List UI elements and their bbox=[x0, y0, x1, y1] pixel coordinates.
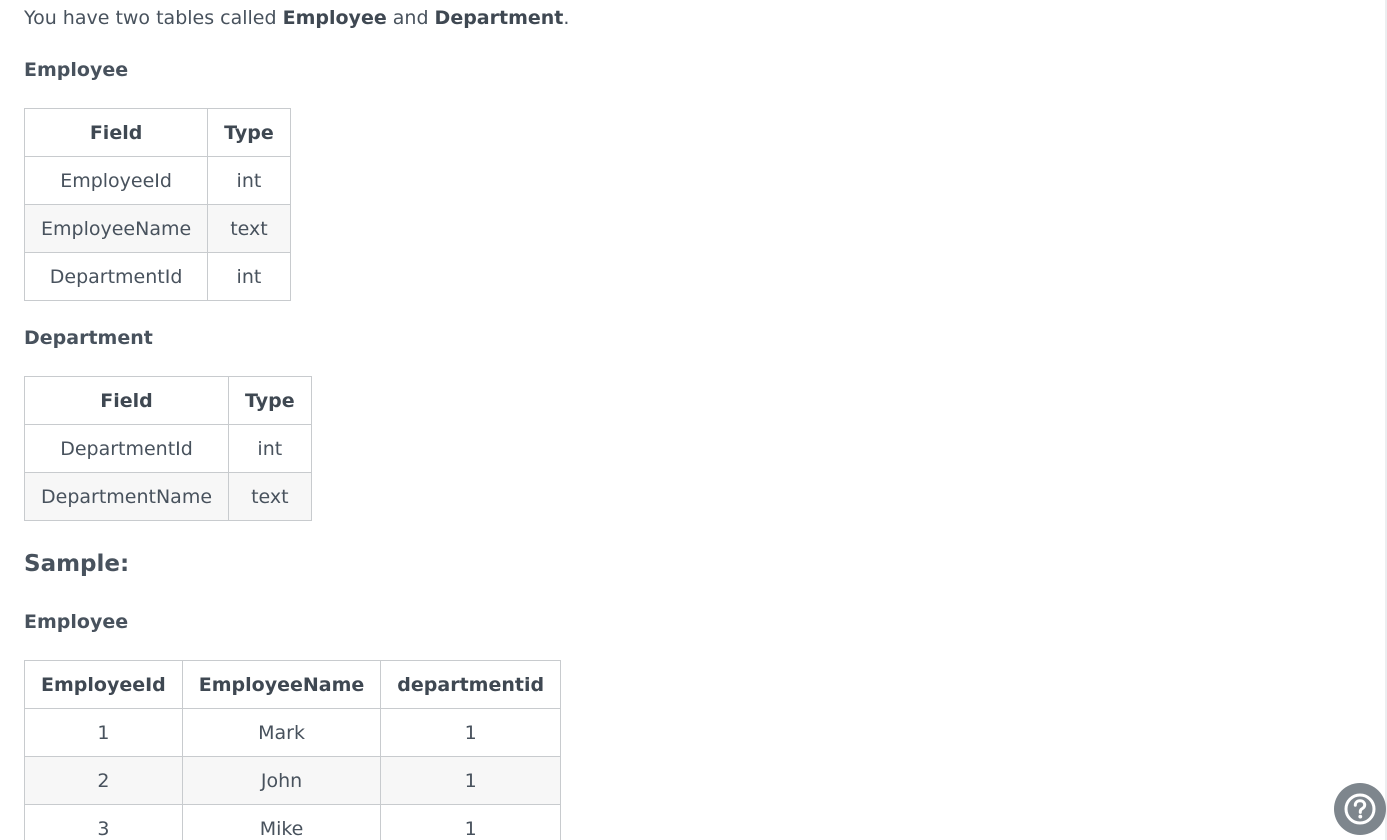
table-row: EmployeeId int bbox=[23, 156, 291, 205]
column-header: EmployeeId bbox=[24, 660, 183, 709]
table-header-row: EmployeeId EmployeeName departmentid bbox=[24, 660, 562, 709]
table-cell: 1 bbox=[380, 708, 562, 757]
table-header-row: Field Type bbox=[23, 376, 312, 425]
table-cell: Mark bbox=[181, 708, 382, 757]
table-cell: DepartmentName bbox=[23, 472, 230, 521]
intro-suffix: . bbox=[563, 7, 570, 29]
table-row: DepartmentName text bbox=[23, 472, 312, 521]
column-header: Type bbox=[228, 376, 312, 425]
table-cell: text bbox=[207, 204, 291, 253]
table-cell: 3 bbox=[24, 804, 183, 840]
table-cell: 1 bbox=[380, 804, 562, 840]
table-row: DepartmentId int bbox=[23, 424, 312, 473]
employee-schema-table: Field Type EmployeeId int EmployeeName t… bbox=[23, 108, 291, 301]
table-row: 2 John 1 bbox=[24, 756, 562, 805]
table-cell: int bbox=[207, 156, 291, 205]
table-row: EmployeeName text bbox=[23, 204, 291, 253]
department-schema-table: Field Type DepartmentId int DepartmentNa… bbox=[23, 376, 312, 521]
table-cell: 1 bbox=[380, 756, 562, 805]
table-cell: EmployeeId bbox=[23, 156, 209, 205]
table-cell: int bbox=[228, 424, 312, 473]
table-header-row: Field Type bbox=[23, 108, 291, 157]
table-cell: int bbox=[207, 252, 291, 301]
sample-heading: Sample: bbox=[24, 551, 130, 577]
intro-prefix: You have two tables called bbox=[24, 7, 283, 29]
column-header: Field bbox=[23, 376, 230, 425]
table-cell: EmployeeName bbox=[23, 204, 209, 253]
question-circle-icon bbox=[1343, 792, 1377, 826]
table-row: 1 Mark 1 bbox=[24, 708, 562, 757]
table-cell: 2 bbox=[24, 756, 183, 805]
table-cell: Mike bbox=[181, 804, 382, 840]
intro-middle: and bbox=[386, 7, 435, 29]
problem-description: You have two tables called Employee and … bbox=[23, 0, 1364, 840]
sample-employee-table: EmployeeId EmployeeName departmentid 1 M… bbox=[24, 660, 562, 840]
department-schema-title: Department bbox=[24, 327, 153, 349]
column-header: EmployeeName bbox=[181, 660, 382, 709]
help-button[interactable] bbox=[1334, 783, 1386, 835]
sample-employee-title: Employee bbox=[24, 611, 129, 633]
column-header: departmentid bbox=[380, 660, 562, 709]
column-header: Type bbox=[207, 108, 291, 157]
intro-table1-name: Employee bbox=[282, 7, 387, 29]
table-cell: DepartmentId bbox=[23, 424, 230, 473]
table-cell: text bbox=[228, 472, 312, 521]
intro-table2-name: Department bbox=[434, 7, 564, 29]
table-cell: 1 bbox=[24, 708, 183, 757]
table-cell: DepartmentId bbox=[23, 252, 209, 301]
employee-schema-title: Employee bbox=[24, 59, 129, 81]
table-cell: John bbox=[181, 756, 382, 805]
intro-text: You have two tables called Employee and … bbox=[24, 4, 1364, 32]
table-row: DepartmentId int bbox=[23, 252, 291, 301]
table-row: 3 Mike 1 bbox=[24, 804, 562, 840]
column-header: Field bbox=[23, 108, 209, 157]
